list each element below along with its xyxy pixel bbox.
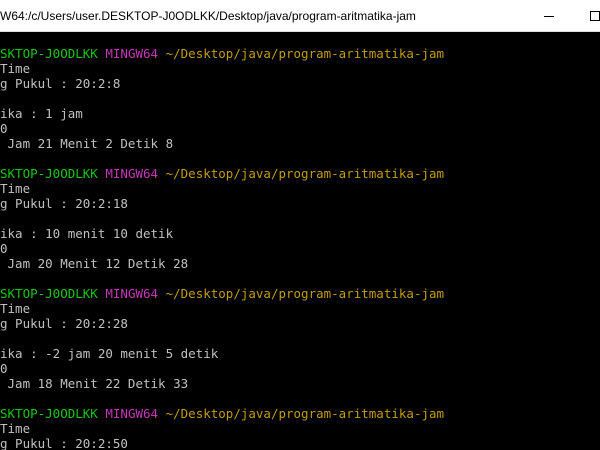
- prompt-host: SKTOP-J0ODLKK: [0, 286, 98, 301]
- output-line: g Pukul : 20:2:50: [0, 436, 128, 450]
- prompt-path: ~/Desktop/java/program-aritmatika-jam: [165, 406, 445, 421]
- output-line: 0: [0, 121, 8, 136]
- output-line: ika : 10 menit 10 detik: [0, 226, 174, 241]
- prompt-path: ~/Desktop/java/program-aritmatika-jam: [165, 166, 445, 181]
- prompt-path: ~/Desktop/java/program-aritmatika-jam: [165, 46, 445, 61]
- output-line: g Pukul : 20:2:8: [0, 76, 121, 91]
- prompt-env: MINGW64: [105, 166, 159, 181]
- title-bar[interactable]: W64:/c/Users/user.DESKTOP-J0ODLKK/Deskto…: [0, 0, 600, 32]
- output-line: Time: [0, 181, 31, 196]
- output-line: Time: [0, 301, 31, 316]
- minimize-button[interactable]: [526, 0, 572, 32]
- prompt-host: SKTOP-J0ODLKK: [0, 166, 98, 181]
- prompt-line: SKTOP-J0ODLKK MINGW64 ~/Desktop/java/pro…: [0, 406, 444, 421]
- terminal-output[interactable]: SKTOP-J0ODLKK MINGW64 ~/Desktop/java/pro…: [0, 32, 600, 450]
- output-line: Jam 18 Menit 22 Detik 33: [0, 376, 189, 391]
- prompt-env: MINGW64: [105, 406, 159, 421]
- output-line: 0: [0, 361, 8, 376]
- output-line: 0: [0, 241, 8, 256]
- prompt-env: MINGW64: [105, 46, 159, 61]
- minimize-icon: [544, 15, 554, 17]
- prompt-line: SKTOP-J0ODLKK MINGW64 ~/Desktop/java/pro…: [0, 286, 444, 301]
- output-line: Jam 20 Menit 12 Detik 28: [0, 256, 189, 271]
- prompt-env: MINGW64: [105, 286, 159, 301]
- output-line: ika : -2 jam 20 menit 5 detik: [0, 346, 219, 361]
- prompt-host: SKTOP-J0ODLKK: [0, 406, 98, 421]
- prompt-line: SKTOP-J0ODLKK MINGW64 ~/Desktop/java/pro…: [0, 46, 444, 61]
- window-title: W64:/c/Users/user.DESKTOP-J0ODLKK/Deskto…: [0, 9, 416, 23]
- prompt-host: SKTOP-J0ODLKK: [0, 46, 98, 61]
- output-line: Time: [0, 421, 31, 436]
- output-line: g Pukul : 20:2:28: [0, 316, 128, 331]
- output-line: g Pukul : 20:2:18: [0, 196, 128, 211]
- maximize-button[interactable]: [572, 0, 600, 32]
- output-line: ika : 1 jam: [0, 106, 83, 121]
- output-line: Jam 21 Menit 2 Detik 8: [0, 136, 174, 151]
- maximize-icon: [590, 11, 600, 21]
- prompt-path: ~/Desktop/java/program-aritmatika-jam: [165, 286, 445, 301]
- output-line: Time: [0, 61, 31, 76]
- prompt-line: SKTOP-J0ODLKK MINGW64 ~/Desktop/java/pro…: [0, 166, 444, 181]
